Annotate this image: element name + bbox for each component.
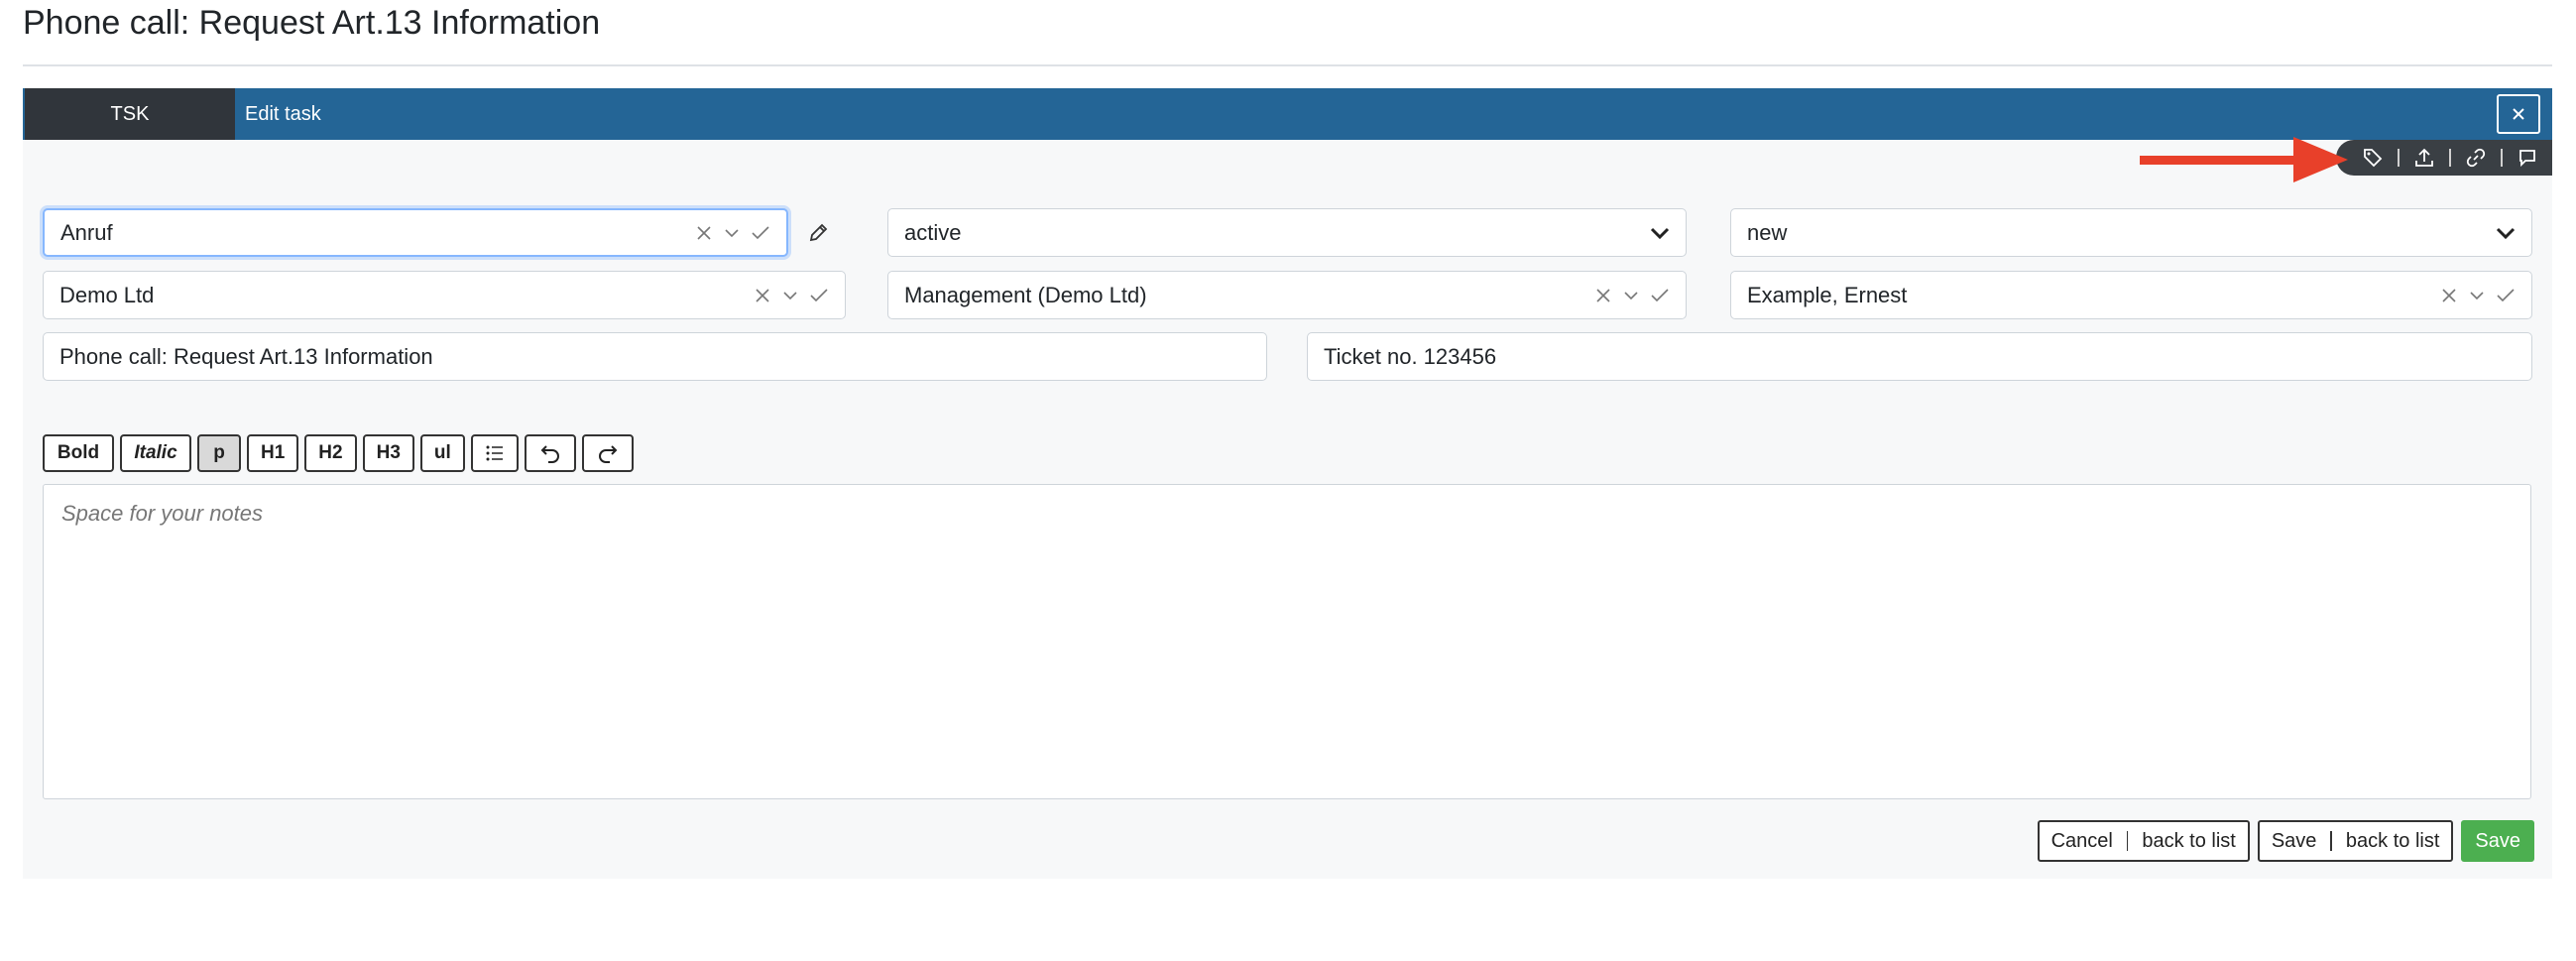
company-value: Demo Ltd (59, 282, 155, 307)
paragraph-button[interactable]: p (197, 434, 241, 472)
icon-separator (2449, 149, 2451, 167)
notes-editor[interactable]: Space for your notes (43, 484, 2531, 799)
h2-button[interactable]: H2 (304, 434, 357, 472)
clear-icon[interactable] (2440, 287, 2458, 304)
upload-icon[interactable] (2410, 144, 2438, 172)
person-select[interactable]: Example, Ernest (1730, 271, 2532, 319)
title-divider (23, 64, 2552, 66)
back-to-list-label: back to list (2345, 829, 2440, 852)
subject-value: Phone call: Request Art.13 Information (59, 343, 433, 369)
chevron-down-icon[interactable] (723, 224, 741, 242)
check-icon[interactable] (751, 224, 770, 242)
icon-separator (2398, 149, 2400, 167)
check-icon[interactable] (1650, 287, 1670, 304)
check-icon[interactable] (809, 287, 829, 304)
h3-button[interactable]: H3 (362, 434, 414, 472)
bold-button[interactable]: Bold (43, 434, 114, 472)
list-button[interactable] (470, 434, 519, 472)
redo-button[interactable] (581, 434, 634, 472)
type-value: Anruf (60, 219, 113, 245)
comment-icon[interactable] (2514, 144, 2541, 172)
page-title: Phone call: Request Art.13 Information (23, 4, 601, 42)
chevron-down-icon[interactable] (781, 287, 799, 304)
notes-placeholder: Space for your notes (61, 501, 264, 526)
save-back-to-list-button[interactable]: Save back to list (2257, 820, 2454, 862)
red-arrow-annotation (2140, 137, 2348, 182)
clear-icon[interactable] (695, 224, 713, 242)
state-select[interactable]: new (1730, 208, 2532, 257)
reference-input[interactable]: Ticket no. 123456 (1307, 332, 2532, 381)
status-value: active (904, 219, 962, 245)
link-icon[interactable] (2462, 144, 2490, 172)
chevron-down-icon[interactable] (2468, 287, 2486, 304)
subject-input[interactable]: Phone call: Request Art.13 Information (43, 332, 1267, 381)
h1-button[interactable]: H1 (247, 434, 299, 472)
chevron-down-icon (2496, 227, 2516, 239)
save-button[interactable]: Save (2461, 820, 2534, 862)
back-to-list-label: back to list (2142, 829, 2236, 852)
clear-icon[interactable] (754, 287, 771, 304)
clear-icon[interactable] (1594, 287, 1612, 304)
chevron-down-icon[interactable] (1622, 287, 1640, 304)
list-icon (486, 445, 503, 461)
chevron-down-icon (1650, 227, 1670, 239)
edit-task-label: Edit task (245, 102, 321, 125)
status-select[interactable]: active (887, 208, 1687, 257)
italic-button[interactable]: Italic (120, 434, 191, 472)
action-icon-bar (2336, 140, 2552, 176)
cancel-label: Cancel (2050, 829, 2113, 852)
cancel-back-to-list-button[interactable]: Cancel back to list (2037, 820, 2250, 862)
check-icon[interactable] (2496, 287, 2516, 304)
department-select[interactable]: Management (Demo Ltd) (887, 271, 1687, 319)
person-value: Example, Ernest (1747, 282, 1908, 307)
state-value: new (1747, 219, 1788, 245)
reference-value: Ticket no. 123456 (1324, 343, 1497, 369)
save-label: Save (2271, 829, 2317, 852)
company-select[interactable]: Demo Ltd (43, 271, 846, 319)
icon-separator (2501, 149, 2503, 167)
form-actions: Cancel back to list Save back to list Sa… (2037, 820, 2534, 862)
tab-bar: TSK Edit task (23, 88, 2552, 140)
editor-toolbar: Bold Italic p H1 H2 H3 ul (43, 434, 634, 472)
tag-icon[interactable] (2359, 144, 2387, 172)
close-button[interactable] (2497, 94, 2540, 134)
close-icon (2513, 108, 2524, 120)
tab-tsk[interactable]: TSK (25, 88, 235, 140)
type-select[interactable]: Anruf (43, 208, 788, 257)
divider (2330, 831, 2332, 851)
redo-icon (598, 445, 618, 463)
pencil-icon[interactable] (807, 222, 829, 244)
undo-button[interactable] (524, 434, 576, 472)
department-value: Management (Demo Ltd) (904, 282, 1147, 307)
divider (2126, 831, 2129, 851)
undo-icon (540, 445, 559, 463)
ul-button[interactable]: ul (419, 434, 465, 472)
